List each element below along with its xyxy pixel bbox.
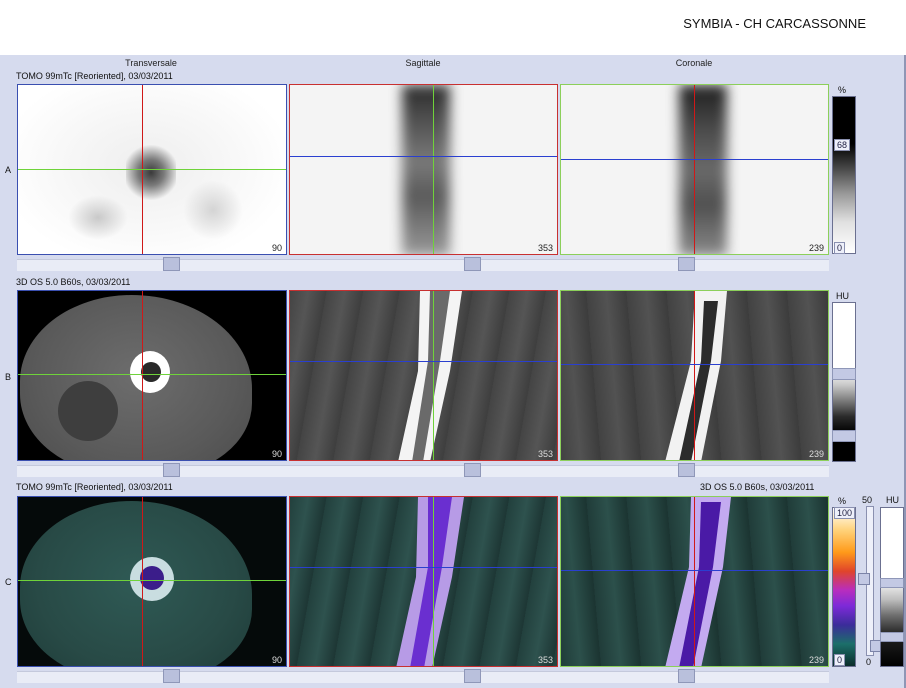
crosshair-vertical[interactable] [433,291,434,460]
slice-number: 239 [808,655,824,665]
colorbar-c-fusion[interactable] [832,507,856,667]
colorbar-a-unit: % [838,85,847,95]
colorbar-c-ct-unit: HU [886,495,899,505]
header-bar: SYMBIA - CH CARCASSONNE [0,0,906,55]
crosshair-vertical[interactable] [694,85,695,254]
viewport-c-coronal[interactable]: 239 [560,496,829,667]
row-letter-b: B [5,372,12,382]
row-letter-a: A [5,165,12,175]
bone-uptake-shape [679,85,727,254]
femur-shaft-shape [665,291,727,460]
activity-shape [183,180,243,240]
slice-number: 239 [808,449,824,459]
scrollbar-row-c[interactable] [17,669,829,683]
colorbar-b-unit: HU [836,291,849,301]
crosshair-horizontal[interactable] [561,570,828,571]
scrollbar-row-b[interactable] [17,463,829,477]
column-header-sagittal: Sagittale [405,58,441,68]
colorbar-b-window-lower-handle[interactable] [832,430,856,442]
crosshair-vertical[interactable] [142,291,143,460]
row-letter-c: C [5,577,12,587]
slice-number: 239 [808,243,824,253]
series-label-row-a: TOMO 99mTc [Reoriented], 03/03/2011 [16,71,173,81]
series-label-row-c: TOMO 99mTc [Reoriented], 03/03/2011 [16,482,173,492]
femur-shaft-shape [398,291,462,460]
bone-uptake-shape [402,85,450,254]
slice-number: 353 [537,449,553,459]
scroll-thumb-coronal[interactable] [678,669,695,683]
crosshair-vertical[interactable] [142,497,143,666]
fused-femur-shape [396,497,464,666]
viewport-b-coronal[interactable]: 239 [560,290,829,461]
medullary-canal-shape [141,362,161,382]
blend-slider-min: 0 [866,657,872,667]
crosshair-horizontal[interactable] [561,364,828,365]
crosshair-vertical[interactable] [433,497,434,666]
slice-number: 90 [271,655,282,665]
uptake-focus-shape [140,566,164,590]
viewport-a-sagittal[interactable]: 353 [289,84,558,255]
viewport-a-transversal[interactable]: 90 [17,84,287,255]
scroll-thumb-sagittal[interactable] [464,463,481,477]
slice-number: 90 [271,449,282,459]
colorbar-c-ct-upper-handle[interactable] [880,578,904,588]
viewport-c-sagittal[interactable]: 353 [289,496,558,667]
colorbar-c-max[interactable]: 100 [834,507,856,519]
series-label-row-c-right: 3D OS 5.0 B60s, 03/03/2011 [700,482,815,492]
column-header-transversal: Transversale [125,58,177,68]
crosshair-horizontal[interactable] [18,374,286,375]
crosshair-horizontal[interactable] [18,580,286,581]
crosshair-horizontal[interactable] [290,361,557,362]
scroll-thumb-coronal[interactable] [678,257,695,271]
colorbar-b-window-upper-handle[interactable] [832,368,856,380]
fused-femur-shape [665,497,731,666]
colorbar-c-min[interactable]: 0 [834,654,846,666]
colorbar-c-ct-lower-handle[interactable] [880,632,904,642]
blend-slider-thumb[interactable] [858,573,870,585]
scroll-thumb-sagittal[interactable] [464,669,481,683]
viewport-a-coronal[interactable]: 239 [560,84,829,255]
scroll-thumb-transversal[interactable] [163,257,180,271]
scrollbar-row-a[interactable] [17,257,829,271]
uptake-focus-shape [126,145,176,200]
activity-shape [68,195,128,240]
crosshair-horizontal[interactable] [290,156,557,157]
crosshair-horizontal[interactable] [561,159,828,160]
scroll-thumb-transversal[interactable] [163,463,180,477]
site-title: SYMBIA - CH CARCASSONNE [683,16,866,31]
viewport-b-sagittal[interactable]: 353 [289,290,558,461]
viewport-c-transversal[interactable]: 90 [17,496,287,667]
scroll-thumb-sagittal[interactable] [464,257,481,271]
scroll-thumb-coronal[interactable] [678,463,695,477]
crosshair-vertical[interactable] [694,497,695,666]
slice-number: 90 [271,243,282,253]
colorbar-a-min[interactable]: 0 [834,242,846,254]
slice-number: 353 [537,655,553,665]
viewport-b-transversal[interactable]: 90 [17,290,287,461]
scroll-thumb-transversal[interactable] [163,669,180,683]
crosshair-vertical[interactable] [694,291,695,460]
colorbar-a-gray[interactable] [832,96,856,254]
colorbar-c-unit: % [838,496,847,506]
colorbar-a-level[interactable]: 68 [834,139,851,151]
muscle-shape [58,381,118,441]
blend-slider-value: 50 [862,495,873,505]
slice-number: 353 [537,243,553,253]
crosshair-horizontal[interactable] [18,169,286,170]
crosshair-horizontal[interactable] [290,567,557,568]
series-label-row-b: 3D OS 5.0 B60s, 03/03/2011 [16,277,131,287]
column-header-coronal: Coronale [675,58,713,68]
crosshair-vertical[interactable] [433,85,434,254]
